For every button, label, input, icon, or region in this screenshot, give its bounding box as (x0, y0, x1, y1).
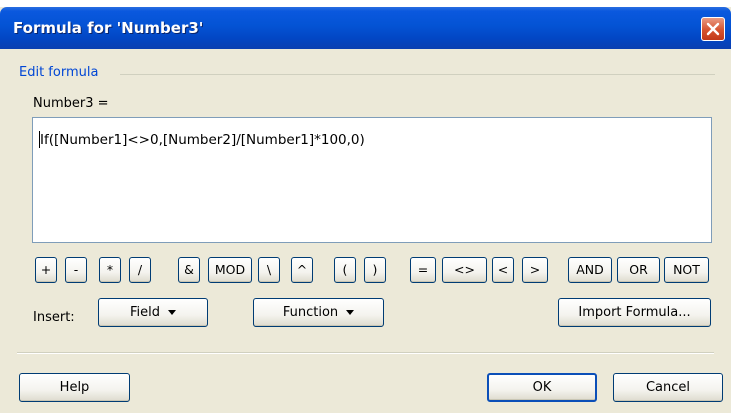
formula-text: If([Number1]<>0,[Number2]/[Number1]*100,… (40, 132, 365, 148)
edit-formula-group-label: Edit formula (19, 65, 99, 80)
help-button[interactable]: Help (19, 373, 130, 402)
footer-divider (17, 352, 714, 354)
ok-button[interactable]: OK (487, 373, 597, 402)
function-dropdown-button[interactable]: Function (253, 298, 384, 327)
function-button-label: Function (282, 305, 339, 320)
close-icon (706, 22, 720, 36)
chevron-down-icon (168, 310, 176, 315)
less-than-button[interactable]: < (492, 257, 514, 283)
field-dropdown-button[interactable]: Field (98, 298, 208, 327)
formula-dialog: Formula for 'Number3' Edit formula Numbe… (0, 7, 731, 413)
title-bar[interactable]: Formula for 'Number3' (0, 7, 731, 49)
field-name-label: Number3 = (33, 96, 109, 111)
not-equal-button[interactable]: <> (442, 257, 487, 283)
insert-label: Insert: (33, 310, 75, 325)
import-formula-button[interactable]: Import Formula... (558, 298, 711, 327)
not-button[interactable]: NOT (664, 257, 709, 283)
group-divider (120, 74, 715, 75)
right-paren-button[interactable]: ) (364, 257, 386, 283)
integer-divide-button[interactable]: \ (258, 257, 280, 283)
dialog-title: Formula for 'Number3' (13, 19, 204, 37)
minus-button[interactable]: - (65, 257, 87, 283)
concatenate-button[interactable]: & (178, 257, 200, 283)
plus-button[interactable]: + (35, 257, 57, 283)
and-button[interactable]: AND (568, 257, 612, 283)
or-button[interactable]: OR (617, 257, 660, 283)
power-button[interactable]: ^ (291, 257, 313, 283)
field-button-label: Field (129, 305, 160, 320)
cancel-button[interactable]: Cancel (613, 373, 723, 402)
greater-than-button[interactable]: > (522, 257, 548, 283)
multiply-button[interactable]: * (99, 257, 121, 283)
close-button[interactable] (701, 17, 725, 41)
equals-button[interactable]: = (410, 257, 436, 283)
chevron-down-icon (346, 310, 355, 315)
formula-editor[interactable]: If([Number1]<>0,[Number2]/[Number1]*100,… (32, 117, 712, 243)
mod-button[interactable]: MOD (208, 257, 252, 283)
left-paren-button[interactable]: ( (334, 257, 356, 283)
divide-button[interactable]: / (129, 257, 151, 283)
